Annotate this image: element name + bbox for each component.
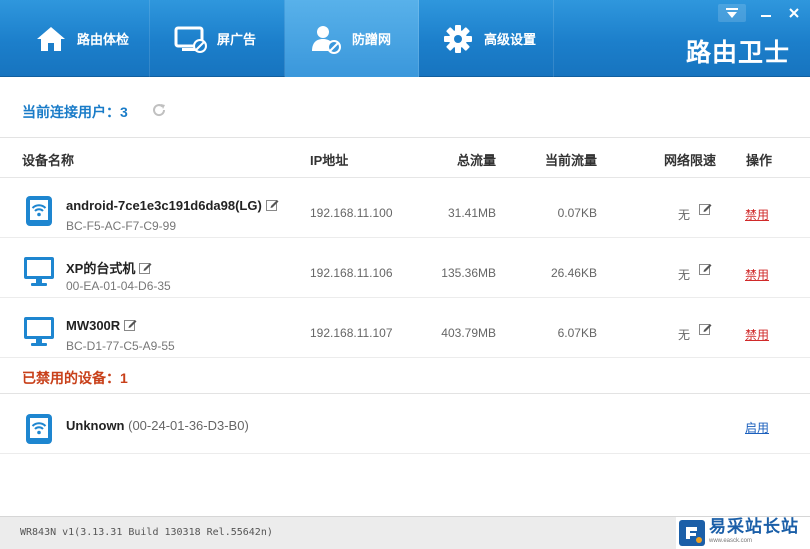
- device-current-traffic: 6.07KB: [557, 326, 597, 340]
- col-total-traffic: 总流量: [456, 153, 496, 168]
- menu-dropdown-button[interactable]: [718, 4, 746, 22]
- top-nav-bar: 路由体检 屏广告 防蹭网 高级设置 路由卫士: [0, 0, 810, 77]
- device-speed-limit: 无: [678, 208, 691, 222]
- edit-speed-limit-icon[interactable]: [699, 322, 712, 335]
- edit-speed-limit-icon[interactable]: [699, 262, 712, 275]
- ban-device-link[interactable]: 禁用: [745, 206, 769, 223]
- minimize-button[interactable]: [752, 4, 780, 22]
- watermark-logo-icon: [679, 520, 705, 546]
- device-name-text: XP的台式机: [66, 261, 136, 276]
- edit-icon[interactable]: [265, 198, 279, 211]
- status-bar: WR843N v1(3.13.31 Build 130318 Rel.55642…: [0, 516, 810, 549]
- gear-icon: [441, 22, 475, 56]
- device-name: Unknown (00-24-01-36-D3-B0): [66, 418, 249, 433]
- device-mac: BC-F5-AC-F7-C9-99: [66, 219, 177, 233]
- device-ip: 192.168.11.106: [310, 266, 393, 280]
- device-ip: 192.168.11.107: [310, 326, 393, 340]
- device-name-text: MW300R: [66, 318, 121, 333]
- device-ip: 192.168.11.100: [310, 206, 393, 220]
- tab-label: 屏广告: [217, 32, 257, 47]
- connected-users-section: 当前连接用户：3: [0, 78, 810, 138]
- col-ip: IP地址: [310, 153, 349, 168]
- col-speed-limit: 网络限速: [664, 153, 717, 168]
- brand-title: 路由卫士: [685, 39, 790, 67]
- tablet-wifi-icon: [22, 194, 56, 228]
- edit-icon[interactable]: [139, 261, 152, 274]
- col-action: 操作: [746, 153, 773, 168]
- device-row: MW300R BC-D1-77-C5-A9-55 192.168.11.107 …: [0, 298, 810, 358]
- minimize-icon: [761, 15, 771, 17]
- device-mac: BC-D1-77-C5-A9-55: [66, 339, 175, 353]
- chevron-down-icon: [726, 8, 738, 18]
- device-name: android-7ce1e3c191d6da98(LG): [66, 198, 279, 213]
- tablet-wifi-icon: [22, 412, 56, 446]
- tab-anti-freeloader[interactable]: 防蹭网: [285, 0, 419, 77]
- user-shield-icon: [309, 22, 343, 56]
- home-icon: [34, 22, 68, 56]
- device-total-traffic: 135.36MB: [441, 266, 496, 280]
- banned-device-row: Unknown (00-24-01-36-D3-B0) 启用: [0, 394, 810, 454]
- watermark-url: www.easck.com: [709, 538, 753, 544]
- watermark: 易采站长站 www.easck.com: [676, 517, 810, 549]
- banned-devices-section: 已禁用的设备：1: [0, 358, 810, 394]
- connected-users-title: 当前连接用户：3: [22, 104, 128, 120]
- ban-device-link[interactable]: 禁用: [745, 326, 769, 343]
- enable-device-link[interactable]: 启用: [745, 419, 769, 436]
- device-table-header: 设备名称 IP地址 总流量 当前流量 网络限速 操作: [0, 138, 810, 178]
- ban-device-link[interactable]: 禁用: [745, 266, 769, 283]
- tab-advanced-settings[interactable]: 高级设置: [419, 0, 554, 77]
- tab-label: 路由体检: [77, 32, 130, 47]
- device-speed-limit: 无: [678, 268, 691, 282]
- device-name-text: Unknown: [66, 418, 125, 433]
- tab-router-checkup[interactable]: 路由体检: [0, 0, 150, 77]
- watermark-text: 易采站长站 www.easck.com: [709, 517, 799, 545]
- device-mac: (00-24-01-36-D3-B0): [128, 418, 249, 433]
- tab-label: 防蹭网: [352, 32, 392, 47]
- monitor-block-icon: [174, 22, 208, 56]
- device-row: android-7ce1e3c191d6da98(LG) BC-F5-AC-F7…: [0, 178, 810, 238]
- banned-devices-title: 已禁用的设备：1: [22, 370, 128, 386]
- edit-icon[interactable]: [124, 318, 137, 331]
- device-name: XP的台式机: [66, 258, 152, 277]
- device-row: XP的台式机 00-EA-01-04-D6-35 192.168.11.106 …: [0, 238, 810, 298]
- device-current-traffic: 0.07KB: [557, 206, 597, 220]
- close-button[interactable]: [780, 4, 808, 22]
- col-current-traffic: 当前流量: [544, 153, 597, 168]
- tab-block-ads[interactable]: 屏广告: [150, 0, 285, 77]
- firmware-version: WR843N v1(3.13.31 Build 130318 Rel.55642…: [20, 527, 273, 538]
- device-name-text: android-7ce1e3c191d6da98(LG): [66, 198, 262, 213]
- watermark-title: 易采站长站: [709, 517, 799, 536]
- desktop-monitor-icon: [22, 314, 56, 348]
- device-name: MW300R: [66, 318, 137, 333]
- edit-speed-limit-icon[interactable]: [699, 202, 712, 215]
- tab-label: 高级设置: [484, 32, 537, 47]
- device-current-traffic: 26.46KB: [550, 266, 597, 280]
- col-device-name: 设备名称: [22, 153, 75, 168]
- desktop-monitor-icon: [22, 254, 56, 288]
- refresh-icon[interactable]: [151, 102, 167, 118]
- device-mac: 00-EA-01-04-D6-35: [66, 279, 171, 293]
- device-total-traffic: 403.79MB: [441, 326, 496, 340]
- close-icon: [789, 8, 799, 18]
- device-total-traffic: 31.41MB: [447, 206, 496, 220]
- device-speed-limit: 无: [678, 328, 691, 342]
